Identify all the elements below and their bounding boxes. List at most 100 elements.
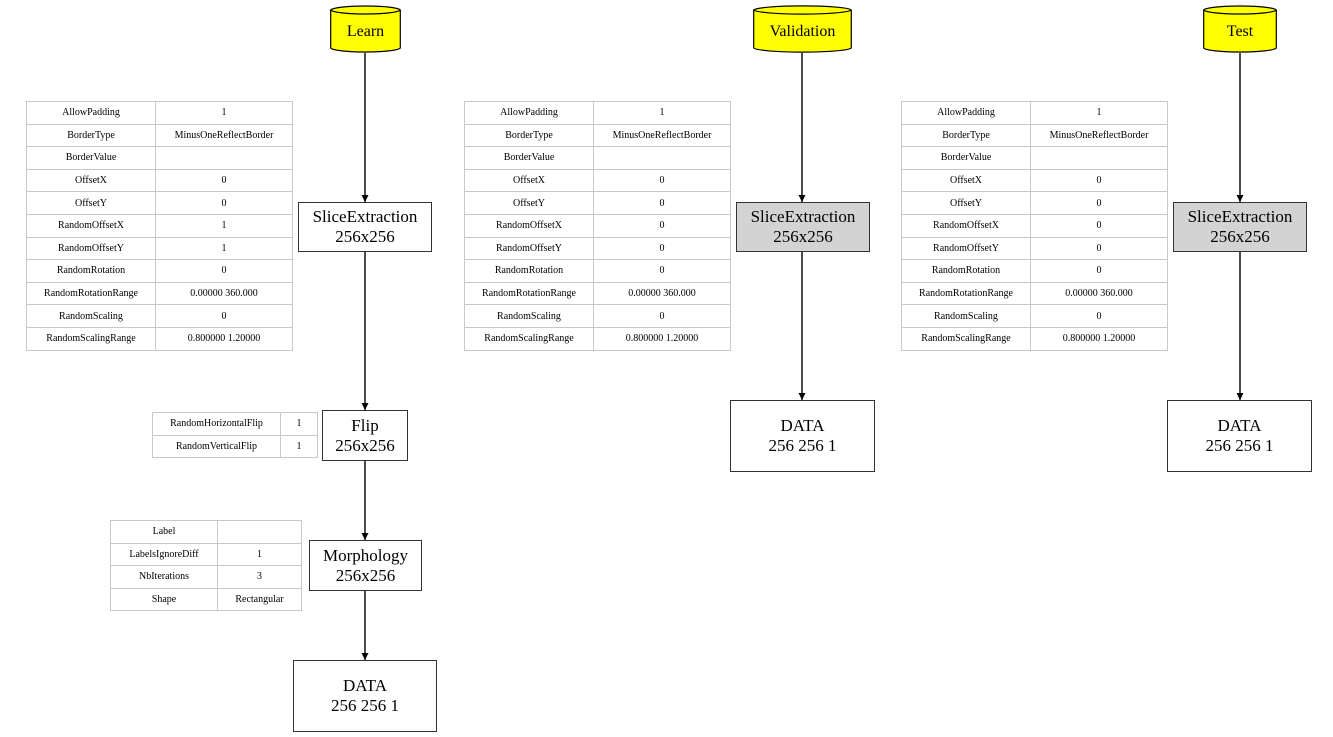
test-sliceextraction-node[interactable]: SliceExtraction 256x256 [1173, 202, 1307, 252]
validation-sliceextraction-node[interactable]: SliceExtraction 256x256 [736, 202, 870, 252]
param-row: RandomScalingRange 0.800000 1.20000 [901, 326, 1168, 351]
param-key: RandomRotationRange [464, 281, 594, 306]
param-key: RandomRotation [464, 259, 594, 283]
param-key: RandomScalingRange [26, 326, 156, 351]
param-value [1030, 146, 1168, 170]
node-size: 256x256 [335, 565, 396, 585]
param-value: 0 [593, 236, 731, 261]
param-row: Label [110, 520, 302, 544]
param-key: RandomScalingRange [901, 326, 1031, 351]
param-row: RandomRotation 0 [901, 259, 1168, 283]
database-node-validation[interactable]: Validation [753, 5, 852, 53]
learn-flip-params: RandomHorizontalFlip 1 RandomVerticalFlip 1 [152, 412, 318, 459]
node-title: DATA [1217, 416, 1262, 435]
param-row: LabelsIgnoreDiff 1 [110, 542, 302, 567]
param-row: RandomOffsetY 1 [26, 236, 293, 261]
param-key: Shape [110, 587, 218, 612]
param-key: BorderValue [464, 146, 594, 170]
param-value: 0 [1030, 304, 1168, 328]
test-sliceextraction-params: AllowPadding 1 BorderType MinusOneReflectBo… [901, 101, 1168, 351]
param-row: BorderValue [901, 146, 1168, 170]
learn-morphology-params: Label LabelsIgnoreDiff 1 NbIterations 3 Shape… [110, 520, 302, 612]
param-row: RandomHorizontalFlip 1 [152, 412, 318, 436]
param-key: NbIterations [110, 565, 218, 589]
param-value: MinusOneReflectBorder [155, 123, 293, 148]
param-value: 0 [1030, 259, 1168, 283]
param-row: RandomScaling 0 [464, 304, 731, 328]
param-key: RandomRotation [901, 259, 1031, 283]
learn-data-node[interactable]: DATA 256 256 1 [293, 660, 437, 732]
param-row: BorderType MinusOneReflectBorder [901, 123, 1168, 148]
param-value: 0 [1030, 191, 1168, 215]
param-key: BorderType [26, 123, 156, 148]
param-key: OffsetY [464, 191, 594, 215]
param-value: MinusOneReflectBorder [1030, 123, 1168, 148]
param-row: RandomVerticalFlip 1 [152, 434, 318, 459]
param-value: 0 [593, 168, 731, 193]
param-key: RandomScalingRange [464, 326, 594, 351]
param-value: 1 [155, 213, 293, 238]
param-value: 0 [1030, 168, 1168, 193]
param-key: BorderValue [26, 146, 156, 170]
param-key: AllowPadding [901, 101, 1031, 125]
param-row: OffsetX 0 [26, 168, 293, 193]
param-key: OffsetX [26, 168, 156, 193]
node-title: SliceExtraction [1187, 207, 1293, 226]
database-label: Learn [346, 23, 385, 40]
param-key: RandomOffsetX [464, 213, 594, 238]
param-value: 1 [155, 236, 293, 261]
learn-sliceextraction-node[interactable]: SliceExtraction 256x256 [298, 202, 432, 252]
learn-flip-node[interactable]: Flip 256x256 [322, 410, 408, 461]
param-value: 1 [280, 412, 318, 436]
param-key: OffsetY [901, 191, 1031, 215]
param-row: RandomOffsetX 0 [901, 213, 1168, 238]
node-title: DATA [343, 676, 387, 695]
database-node-test[interactable]: Test [1203, 5, 1277, 53]
node-size: 256x256 [335, 227, 395, 246]
param-row: RandomOffsetX 1 [26, 213, 293, 238]
param-value: 0 [155, 191, 293, 215]
param-value: 0.800000 1.20000 [1030, 326, 1168, 351]
param-row: RandomScaling 0 [26, 304, 293, 328]
param-row: RandomScalingRange 0.800000 1.20000 [464, 326, 731, 351]
node-size: 256x256 [773, 227, 833, 246]
param-key: RandomOffsetX [901, 213, 1031, 238]
param-value [217, 520, 302, 544]
param-value: 0.00000 360.000 [1030, 281, 1168, 306]
node-title: SliceExtraction [750, 207, 856, 226]
param-value: 0 [1030, 236, 1168, 261]
param-key: BorderValue [901, 146, 1031, 170]
node-title: SliceExtraction [312, 207, 418, 226]
param-row: RandomRotationRange 0.00000 360.000 [26, 281, 293, 306]
test-data-node[interactable]: DATA 256 256 1 [1167, 400, 1312, 472]
param-key: AllowPadding [464, 101, 594, 125]
param-row: RandomRotationRange 0.00000 360.000 [464, 281, 731, 306]
param-value: 0 [593, 213, 731, 238]
param-key: RandomHorizontalFlip [152, 412, 281, 436]
param-key: RandomVerticalFlip [152, 434, 281, 459]
param-value: 1 [155, 101, 293, 125]
param-key: OffsetY [26, 191, 156, 215]
param-key: OffsetX [464, 168, 594, 193]
param-row: AllowPadding 1 [901, 101, 1168, 125]
node-size: 256x256 [335, 435, 395, 455]
param-row: NbIterations 3 [110, 565, 302, 589]
validation-data-node[interactable]: DATA 256 256 1 [730, 400, 875, 472]
param-value: 0 [1030, 213, 1168, 238]
learn-sliceextraction-params: AllowPadding 1 BorderType MinusOneReflectBo… [26, 101, 293, 351]
param-key: RandomOffsetY [26, 236, 156, 261]
param-row: OffsetY 0 [26, 191, 293, 215]
param-key: RandomRotation [26, 259, 156, 283]
param-row: RandomRotation 0 [464, 259, 731, 283]
param-value: MinusOneReflectBorder [593, 123, 731, 148]
param-value: 3 [217, 565, 302, 589]
param-value: 0.00000 360.000 [593, 281, 731, 306]
database-label: Test [1226, 23, 1254, 40]
param-key: RandomOffsetY [901, 236, 1031, 261]
param-key: RandomRotationRange [901, 281, 1031, 306]
database-node-learn[interactable]: Learn [330, 5, 401, 53]
param-key: RandomScaling [901, 304, 1031, 328]
param-value [155, 146, 293, 170]
param-key: AllowPadding [26, 101, 156, 125]
learn-morphology-node[interactable]: Morphology 256x256 [309, 540, 422, 591]
